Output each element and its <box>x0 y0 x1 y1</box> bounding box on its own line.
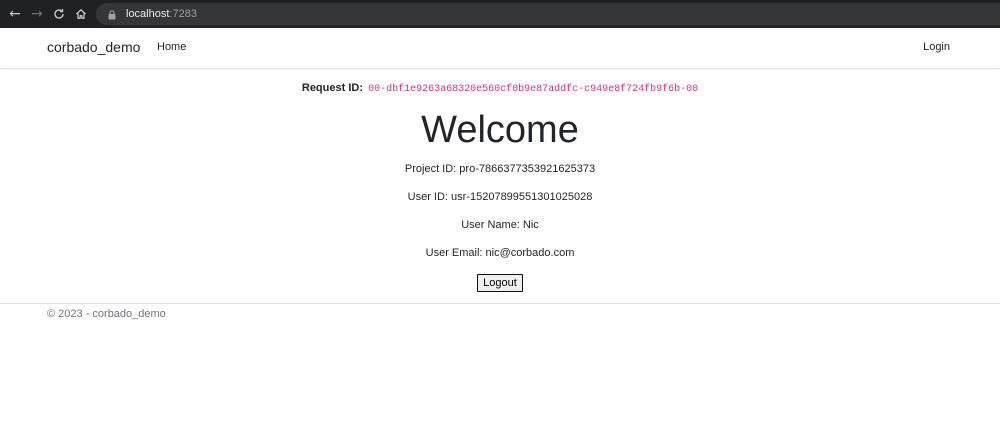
nav-login-link[interactable]: Login <box>923 41 950 53</box>
app-navbar: corbado_demo Home Login <box>0 28 1000 69</box>
arrow-left-icon[interactable]: ← <box>4 0 26 28</box>
page-title: Welcome <box>421 109 579 151</box>
user-id-text: User ID: usr-15207899551301025028 <box>407 191 593 203</box>
url-port: :7283 <box>169 8 197 20</box>
logout-container: Logout <box>0 273 1000 292</box>
reload-icon[interactable] <box>48 0 70 28</box>
logout-button[interactable]: Logout <box>477 274 523 292</box>
user-email-text: User Email: nic@corbado.com <box>425 247 575 259</box>
request-id-value: 00-dbf1e9263a68320e560cf0b9e87addfc-c949… <box>368 84 699 95</box>
main-content: Request ID: 00-dbf1e9263a68320e560cf0b9e… <box>0 69 1000 303</box>
brand-link[interactable]: corbado_demo <box>47 39 140 55</box>
url-text: localhost:7283 <box>126 8 197 20</box>
nav-home-link[interactable]: Home <box>157 41 186 53</box>
home-icon[interactable] <box>70 0 92 28</box>
url-host: localhost <box>126 8 170 20</box>
project-id-text: Project ID: pro-7866377353921625373 <box>404 163 596 175</box>
footer-copyright: © 2023 - corbado_demo <box>47 308 166 320</box>
request-id-label: Request ID: <box>301 82 363 94</box>
user-name-text: User Name: Nic <box>461 219 539 231</box>
request-id-line: Request ID: 00-dbf1e9263a68320e560cf0b9e… <box>0 82 1000 95</box>
address-bar[interactable]: localhost:7283 <box>96 3 1000 25</box>
footer: © 2023 - corbado_demo <box>0 303 1000 333</box>
arrow-right-icon[interactable]: → <box>26 0 48 28</box>
lock-icon <box>108 8 118 20</box>
browser-toolbar: ← → localhost:7283 <box>0 0 1000 28</box>
